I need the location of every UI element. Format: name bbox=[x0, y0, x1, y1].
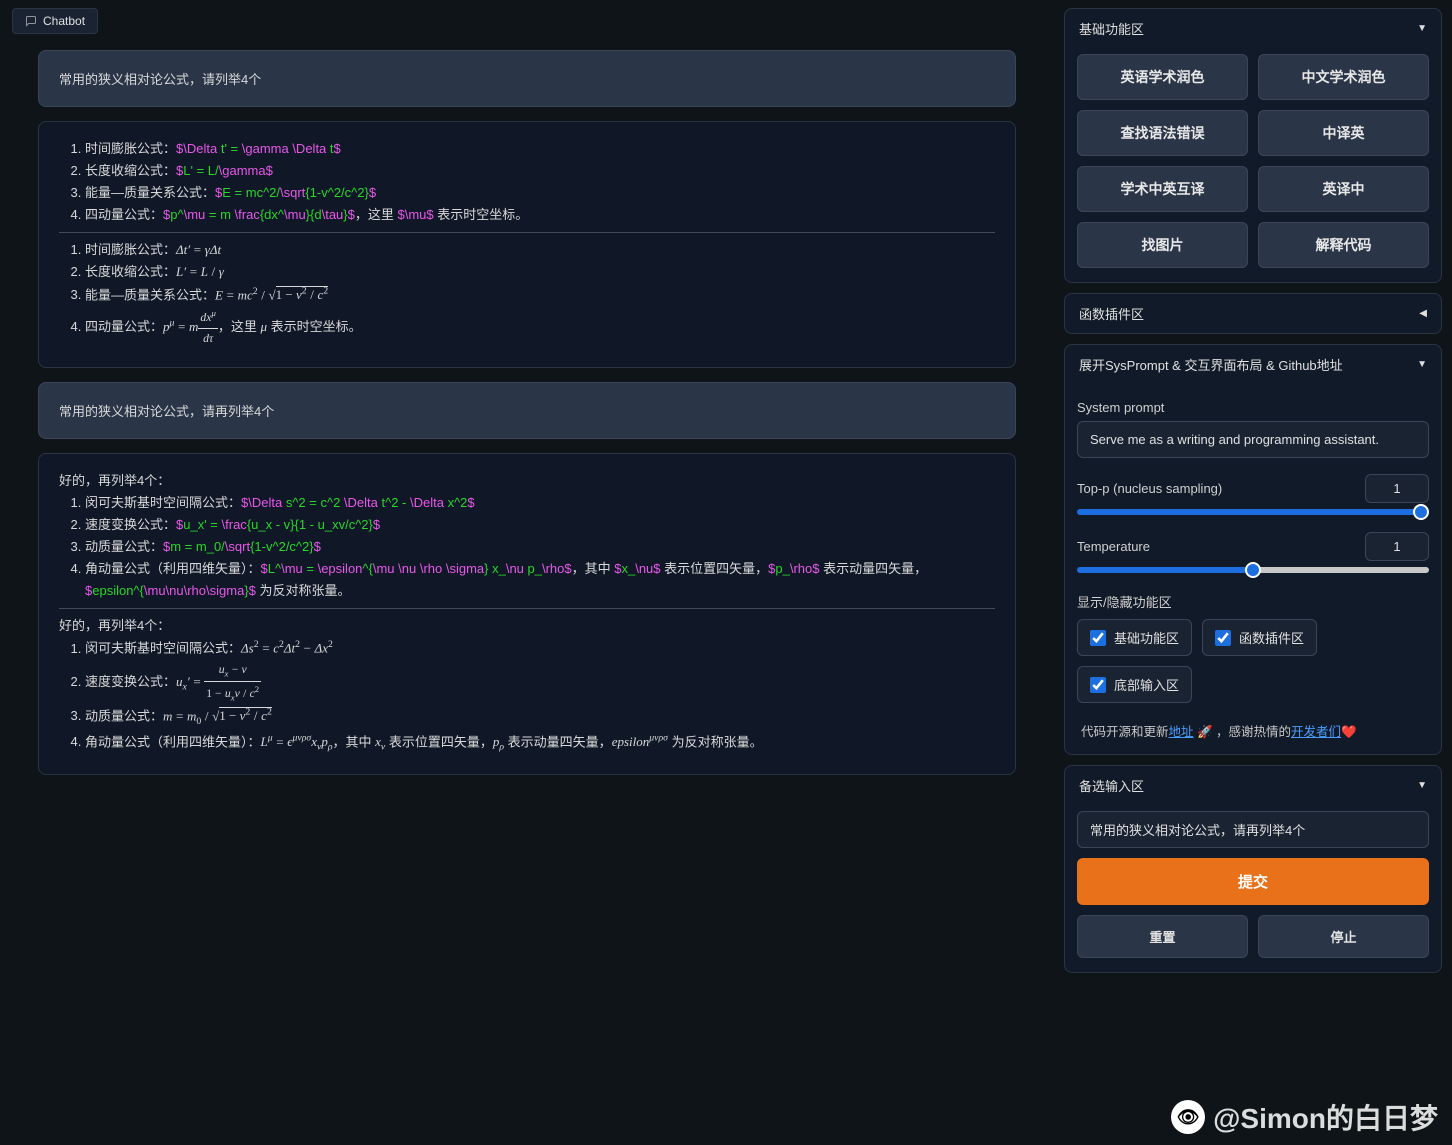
chat-panel: Chatbot 常用的狭义相对论公式，请列举4个 时间膨胀公式：$\Delta … bbox=[0, 0, 1054, 1145]
function-button-2[interactable]: 查找语法错误 bbox=[1077, 110, 1248, 156]
checkbox-input[interactable] bbox=[1090, 630, 1106, 646]
heart-icon: ❤️ bbox=[1341, 725, 1357, 739]
tab-label: Chatbot bbox=[43, 14, 85, 28]
visibility-checkbox-0[interactable]: 基础功能区 bbox=[1077, 619, 1192, 656]
function-button-7[interactable]: 解释代码 bbox=[1258, 222, 1429, 268]
function-button-0[interactable]: 英语学术润色 bbox=[1077, 54, 1248, 100]
sysprompt-input[interactable] bbox=[1077, 421, 1429, 458]
plugin-panel: 函数插件区 ◀ bbox=[1064, 293, 1442, 334]
repo-link[interactable]: 地址 bbox=[1169, 725, 1194, 739]
chevron-left-icon: ◀ bbox=[1419, 308, 1427, 319]
formula-list-raw: 时间膨胀公式：$\Delta t' = \gamma \Delta t$ 长度收… bbox=[59, 138, 995, 226]
sysprompt-label: System prompt bbox=[1077, 400, 1429, 415]
function-button-4[interactable]: 学术中英互译 bbox=[1077, 166, 1248, 212]
topp-label: Top-p (nucleus sampling) bbox=[1077, 481, 1222, 496]
function-button-6[interactable]: 找图片 bbox=[1077, 222, 1248, 268]
assistant-message: 时间膨胀公式：$\Delta t' = \gamma \Delta t$ 长度收… bbox=[38, 121, 1016, 368]
alt-text-input[interactable] bbox=[1077, 811, 1429, 848]
submit-button[interactable]: 提交 bbox=[1077, 858, 1429, 905]
side-panel: 基础功能区 ▼ 英语学术润色中文学术润色查找语法错误中译英学术中英互译英译中找图… bbox=[1054, 0, 1452, 1145]
chevron-down-icon: ▼ bbox=[1417, 780, 1427, 791]
visibility-checkbox-2[interactable]: 底部输入区 bbox=[1077, 666, 1192, 703]
function-button-1[interactable]: 中文学术润色 bbox=[1258, 54, 1429, 100]
checkbox-input[interactable] bbox=[1090, 677, 1106, 693]
user-message: 常用的狭义相对论公式，请再列举4个 bbox=[38, 382, 1016, 439]
basic-functions-panel: 基础功能区 ▼ 英语学术润色中文学术润色查找语法错误中译英学术中英互译英译中找图… bbox=[1064, 8, 1442, 283]
tab-chatbot[interactable]: Chatbot bbox=[12, 8, 98, 34]
temperature-label: Temperature bbox=[1077, 539, 1150, 554]
topp-slider[interactable] bbox=[1077, 509, 1429, 515]
function-button-5[interactable]: 英译中 bbox=[1258, 166, 1429, 212]
formula-list-rendered: 闵可夫斯基时空间隔公式：Δs2 = c2Δt2 − Δx2 速度变换公式：ux′… bbox=[59, 637, 995, 756]
plugin-header[interactable]: 函数插件区 ◀ bbox=[1065, 294, 1441, 333]
footer-text: 代码开源和更新地址 🚀 ，感谢热情的开发者们❤️ bbox=[1077, 717, 1429, 740]
chat-scroll[interactable]: 常用的狭义相对论公式，请列举4个 时间膨胀公式：$\Delta t' = \ga… bbox=[12, 42, 1042, 1137]
toggle-section-label: 显示/隐藏功能区 bbox=[1077, 592, 1429, 611]
function-button-3[interactable]: 中译英 bbox=[1258, 110, 1429, 156]
temperature-slider[interactable] bbox=[1077, 567, 1429, 573]
chevron-down-icon: ▼ bbox=[1417, 23, 1427, 34]
chat-icon bbox=[25, 15, 37, 27]
alt-input-panel: 备选输入区 ▼ 提交 重置 停止 bbox=[1064, 765, 1442, 973]
basic-functions-header[interactable]: 基础功能区 ▼ bbox=[1065, 9, 1441, 48]
sysprompt-panel: 展开SysPrompt & 交互界面布局 & Github地址 ▼ System… bbox=[1064, 344, 1442, 755]
developers-link[interactable]: 开发者们 bbox=[1291, 725, 1341, 739]
checkbox-label: 基础功能区 bbox=[1114, 628, 1179, 647]
checkbox-label: 函数插件区 bbox=[1239, 628, 1304, 647]
alt-input-header[interactable]: 备选输入区 ▼ bbox=[1065, 766, 1441, 805]
checkbox-label: 底部输入区 bbox=[1114, 675, 1179, 694]
user-message: 常用的狭义相对论公式，请列举4个 bbox=[38, 50, 1016, 107]
temperature-number-input[interactable] bbox=[1365, 532, 1429, 561]
topp-number-input[interactable] bbox=[1365, 474, 1429, 503]
sysprompt-header[interactable]: 展开SysPrompt & 交互界面布局 & Github地址 ▼ bbox=[1065, 345, 1441, 384]
formula-list-raw: 闵可夫斯基时空间隔公式：$\Delta s^2 = c^2 \Delta t^2… bbox=[59, 492, 995, 602]
checkbox-input[interactable] bbox=[1215, 630, 1231, 646]
reset-button[interactable]: 重置 bbox=[1077, 915, 1248, 958]
formula-list-rendered: 时间膨胀公式：Δt′ = γΔt 长度收缩公式：L′ = L / γ 能量—质量… bbox=[59, 239, 995, 348]
assistant-message: 好的，再列举4个： 闵可夫斯基时空间隔公式：$\Delta s^2 = c^2 … bbox=[38, 453, 1016, 775]
chevron-down-icon: ▼ bbox=[1417, 359, 1427, 370]
tab-bar: Chatbot bbox=[12, 8, 1042, 34]
stop-button[interactable]: 停止 bbox=[1258, 915, 1429, 958]
visibility-checkbox-1[interactable]: 函数插件区 bbox=[1202, 619, 1317, 656]
